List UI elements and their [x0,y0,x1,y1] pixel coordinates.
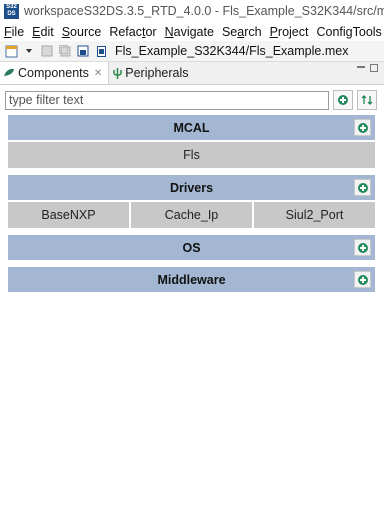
tab-peripherals[interactable]: Peripherals [109,62,194,84]
section-os: OS [8,235,375,260]
s32ds-logo-icon: S32 DS [4,3,19,19]
maximize-icon[interactable] [370,64,378,75]
dropdown-arrow-icon[interactable] [22,44,36,58]
components-row: Fls [8,142,375,168]
section-title: MCAL [173,120,210,135]
add-os-button[interactable] [354,239,371,256]
component-basenxp[interactable]: BaseNXP [8,202,129,228]
window-title: workspaceS32DS.3.5_RTD_4.0.0 - Fls_Examp… [24,4,384,18]
breadcrumb[interactable]: Fls_Example_S32K344/Fls_Example.mex [115,44,348,58]
section-header-drivers[interactable]: Drivers [8,175,375,200]
view-tab-bar: Components ✕ Peripherals [0,62,384,85]
filter-input[interactable] [5,90,329,110]
component-fls[interactable]: Fls [8,142,375,168]
save-icon[interactable] [40,44,54,58]
menu-refactor[interactable]: Refactor [109,25,156,39]
menu-search[interactable]: Search [222,25,262,39]
sort-button[interactable] [357,90,377,110]
menu-project[interactable]: Project [270,25,309,39]
sort-icon [361,95,373,105]
section-header-mcal[interactable]: MCAL [8,115,375,140]
components-icon [4,68,15,78]
add-middleware-button[interactable] [354,271,371,288]
minimize-icon[interactable] [357,64,365,75]
add-icon [338,95,348,105]
mex-file-icon [94,44,108,58]
menu-source[interactable]: Source [62,25,102,39]
config-project-icon[interactable] [76,44,90,58]
component-siul2-port[interactable]: Siul2_Port [254,202,375,228]
section-title: Drivers [169,180,214,195]
add-icon [357,122,368,133]
close-icon[interactable]: ✕ [94,68,102,79]
section-drivers: Drivers BaseNXP Cache_Ip Siul2_Port [8,175,375,228]
section-title: Middleware [157,272,226,287]
add-icon [357,242,368,253]
peripherals-icon [113,67,123,79]
add-icon [357,274,368,285]
tab-components[interactable]: Components ✕ [0,62,110,84]
save-all-icon[interactable] [58,44,72,58]
section-middleware: Middleware [8,267,375,292]
section-mcal: MCAL Fls [8,115,375,168]
tab-peripherals-label: Peripherals [125,66,189,80]
filter-row [0,85,384,115]
menu-bar: File Edit Source Refactor Navigate Searc… [0,22,384,41]
view-controls [357,64,378,75]
menu-configtools[interactable]: ConfigTools [316,25,381,39]
window-titlebar: S32 DS workspaceS32DS.3.5_RTD_4.0.0 - Fls… [0,0,384,22]
section-header-middleware[interactable]: Middleware [8,267,375,292]
add-component-button[interactable] [333,90,353,110]
tab-components-label: Components [18,66,89,80]
section-header-os[interactable]: OS [8,235,375,260]
menu-edit[interactable]: Edit [32,25,54,39]
menu-navigate[interactable]: Navigate [165,25,214,39]
components-panel: MCAL Fls Drivers BaseNXP Cache_Ip Siul2_… [0,115,384,292]
component-cache-ip[interactable]: Cache_Ip [131,202,252,228]
toolbar: Fls_Example_S32K344/Fls_Example.mex [0,41,384,62]
new-file-icon[interactable] [4,44,18,58]
menu-file[interactable]: File [4,25,24,39]
section-title: OS [182,240,201,255]
add-drivers-button[interactable] [354,179,371,196]
add-mcal-button[interactable] [354,119,371,136]
components-row: BaseNXP Cache_Ip Siul2_Port [8,202,375,228]
add-icon [357,182,368,193]
